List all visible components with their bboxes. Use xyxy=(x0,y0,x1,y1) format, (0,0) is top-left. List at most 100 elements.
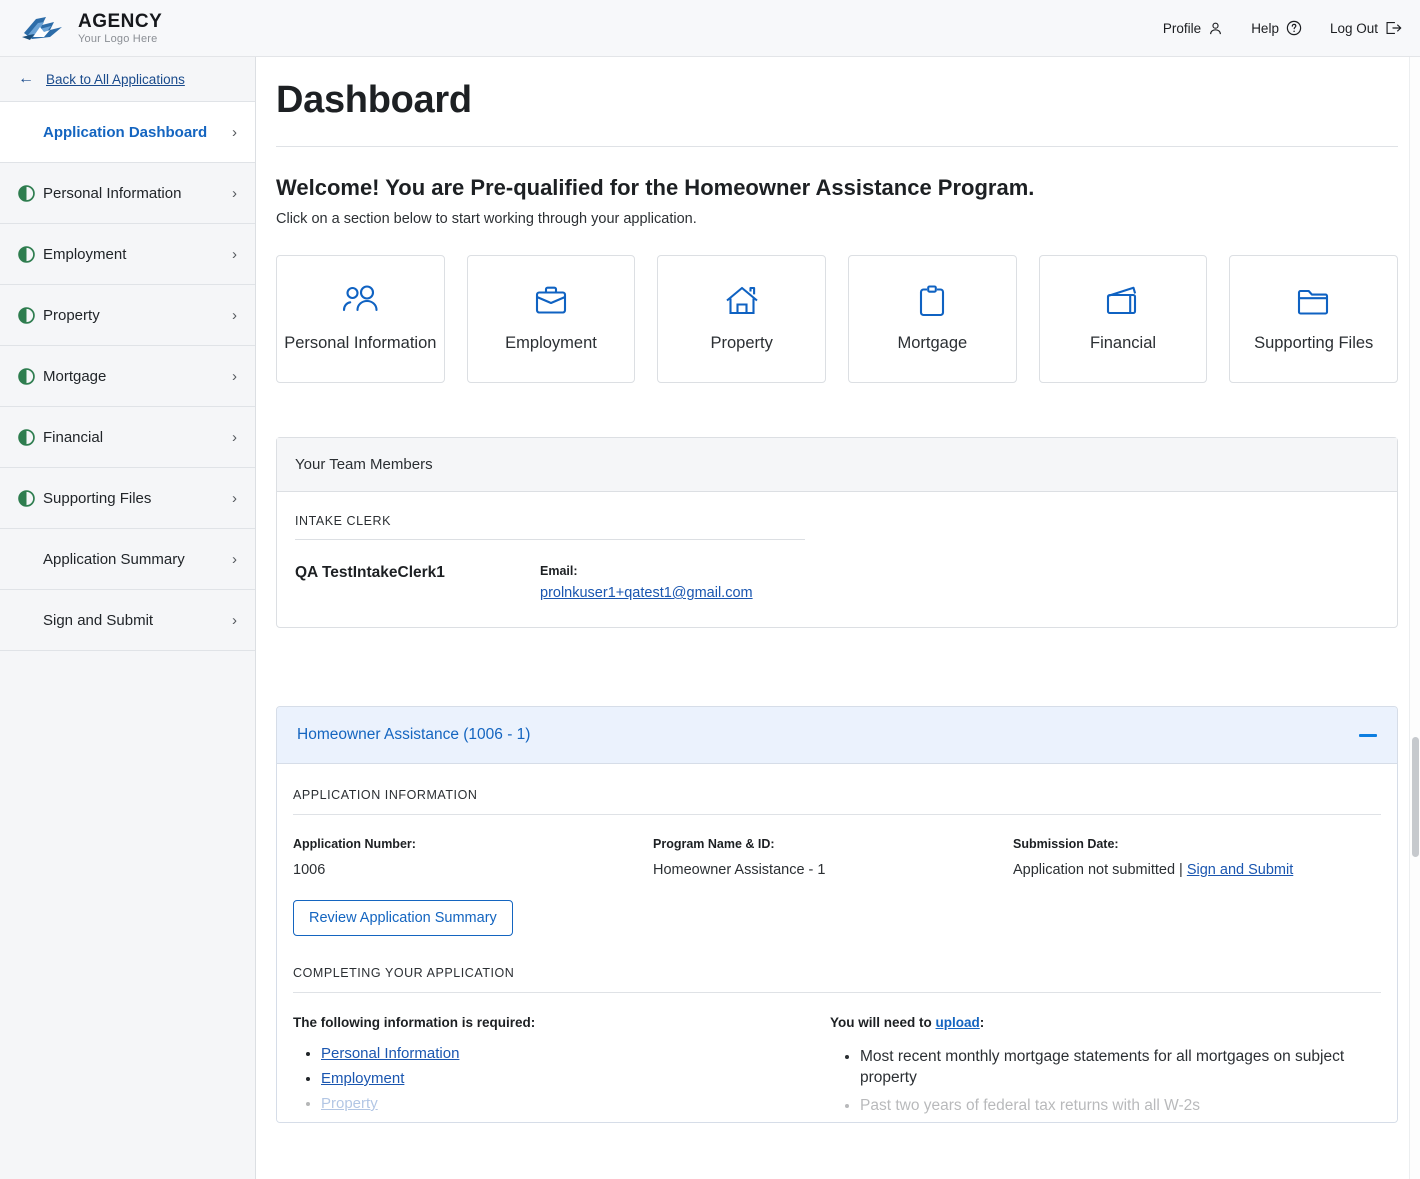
card-employment[interactable]: Employment xyxy=(467,255,636,383)
sidebar-item-application-summary[interactable]: Application Summary › xyxy=(0,529,255,590)
accordion-header[interactable]: Homeowner Assistance (1006 - 1) xyxy=(277,707,1397,764)
team-member-email-link[interactable]: prolnkuser1+qatest1@gmail.com xyxy=(540,585,753,601)
sidebar-item-application-dashboard[interactable]: Application Dashboard › xyxy=(0,102,255,163)
completing-your-application-label: COMPLETING YOUR APPLICATION xyxy=(293,966,1381,993)
team-members-panel-title: Your Team Members xyxy=(277,438,1397,492)
page-scrollbar[interactable] xyxy=(1409,57,1420,1179)
briefcase-icon xyxy=(531,284,571,323)
folder-icon xyxy=(1294,284,1334,323)
card-label: Property xyxy=(711,333,773,354)
sidebar-item-label: Application Summary xyxy=(43,551,185,568)
section-cards: Personal Information Employment xyxy=(276,255,1398,383)
list-item: Most recent monthly mortgage statements … xyxy=(860,1046,1381,1089)
card-mortgage[interactable]: Mortgage xyxy=(848,255,1017,383)
agency-logo-title: AGENCY xyxy=(78,12,162,31)
help-button[interactable]: Help xyxy=(1251,20,1302,36)
half-complete-status-icon xyxy=(18,368,35,385)
required-link[interactable]: Employment xyxy=(321,1070,404,1087)
application-information-label: APPLICATION INFORMATION xyxy=(293,788,1381,815)
completing-columns: The following information is required: P… xyxy=(293,1015,1381,1122)
list-item[interactable]: Employment xyxy=(321,1070,830,1087)
half-complete-status-icon xyxy=(18,185,35,202)
chevron-right-icon: › xyxy=(232,613,237,628)
chevron-right-icon: › xyxy=(232,491,237,506)
sidebar-item-personal-information[interactable]: Personal Information › xyxy=(0,163,255,224)
sidebar-item-financial[interactable]: Financial › xyxy=(0,407,255,468)
required-link[interactable]: Personal Information xyxy=(321,1045,459,1062)
sidebar-item-label: Application Dashboard xyxy=(43,124,207,141)
logout-icon xyxy=(1385,20,1402,36)
accordion-body: APPLICATION INFORMATION Application Numb… xyxy=(277,764,1397,1122)
sidebar-item-label: Supporting Files xyxy=(43,490,151,507)
sidebar-item-mortgage[interactable]: Mortgage › xyxy=(0,346,255,407)
required-information-column: The following information is required: P… xyxy=(293,1015,830,1122)
sidebar-item-label: Mortgage xyxy=(43,368,106,385)
wallet-icon xyxy=(1103,284,1143,323)
card-label: Supporting Files xyxy=(1254,333,1373,354)
upload-requirements-list: Most recent monthly mortgage statements … xyxy=(860,1046,1381,1116)
sidebar-item-employment[interactable]: Employment › xyxy=(0,224,255,285)
sign-and-submit-link[interactable]: Sign and Submit xyxy=(1187,862,1293,878)
upload-title-pre: You will need to xyxy=(830,1015,936,1030)
sidebar-item-label: Employment xyxy=(43,246,126,263)
scrollbar-thumb[interactable] xyxy=(1412,737,1419,857)
card-financial[interactable]: Financial xyxy=(1039,255,1208,383)
top-header-bar: AGENCY Your Logo Here Profile Help Log O… xyxy=(0,0,1420,57)
card-supporting-files[interactable]: Supporting Files xyxy=(1229,255,1398,383)
application-accordion: Homeowner Assistance (1006 - 1) APPLICAT… xyxy=(276,706,1398,1123)
chevron-right-icon: › xyxy=(232,430,237,445)
review-application-summary-button[interactable]: Review Application Summary xyxy=(293,900,513,936)
sidebar-item-property[interactable]: Property › xyxy=(0,285,255,346)
team-member-email-block: Email: prolnkuser1+qatest1@gmail.com xyxy=(540,564,753,601)
field-value: 1006 xyxy=(293,862,653,878)
team-member-name: QA TestIntakeClerk1 xyxy=(295,564,540,601)
sidebar-item-sign-and-submit[interactable]: Sign and Submit › xyxy=(0,590,255,651)
accordion-title: Homeowner Assistance (1006 - 1) xyxy=(297,726,530,744)
list-item[interactable]: Property xyxy=(321,1095,830,1112)
agency-logo[interactable]: AGENCY Your Logo Here xyxy=(20,12,162,45)
sidebar-item-supporting-files[interactable]: Supporting Files › xyxy=(0,468,255,529)
card-personal-information[interactable]: Personal Information xyxy=(276,255,445,383)
required-information-list: Personal Information Employment Property xyxy=(321,1045,830,1112)
arrow-left-icon: ← xyxy=(18,71,34,87)
house-icon xyxy=(723,284,761,323)
list-item[interactable]: Personal Information xyxy=(321,1045,830,1062)
upload-requirements-title: You will need to upload: xyxy=(830,1015,1381,1030)
team-members-panel-body: INTAKE CLERK QA TestIntakeClerk1 Email: … xyxy=(277,492,1397,627)
field-value: Homeowner Assistance - 1 xyxy=(653,862,1013,878)
sidebar-item-label: Property xyxy=(43,307,100,324)
sidebar-item-label: Personal Information xyxy=(43,185,181,202)
submission-date-field: Submission Date: Application not submitt… xyxy=(1013,837,1381,878)
required-link[interactable]: Property xyxy=(321,1095,378,1112)
question-circle-icon xyxy=(1286,20,1302,36)
card-label: Personal Information xyxy=(284,333,436,354)
main-content: Dashboard Welcome! You are Pre-qualified… xyxy=(256,57,1420,1179)
half-complete-status-icon xyxy=(18,246,35,263)
half-complete-status-icon xyxy=(18,490,35,507)
program-name-id-field: Program Name & ID: Homeowner Assistance … xyxy=(653,837,1013,878)
half-complete-status-icon xyxy=(18,429,35,446)
team-role-label: INTAKE CLERK xyxy=(295,514,805,540)
agency-logo-subtitle: Your Logo Here xyxy=(78,34,162,45)
upload-requirements-column: You will need to upload: Most recent mon… xyxy=(830,1015,1381,1122)
collapse-minus-icon[interactable] xyxy=(1359,734,1377,737)
title-divider xyxy=(276,146,1398,147)
sidebar-item-label: Financial xyxy=(43,429,103,446)
user-icon xyxy=(1208,21,1223,36)
app-body: ← Back to All Applications Application D… xyxy=(0,57,1420,1179)
clipboard-icon xyxy=(916,284,948,323)
logout-button[interactable]: Log Out xyxy=(1330,20,1402,36)
team-member-email-label: Email: xyxy=(540,564,753,578)
welcome-heading: Welcome! You are Pre-qualified for the H… xyxy=(276,175,1398,201)
field-label: Application Number: xyxy=(293,837,653,851)
back-link-label: Back to All Applications xyxy=(46,72,185,87)
chevron-right-icon: › xyxy=(232,186,237,201)
logout-label: Log Out xyxy=(1330,21,1378,36)
profile-button[interactable]: Profile xyxy=(1163,21,1223,36)
list-item: Past two years of federal tax returns wi… xyxy=(860,1095,1381,1116)
upload-link[interactable]: upload xyxy=(936,1015,980,1030)
card-property[interactable]: Property xyxy=(657,255,826,383)
back-to-all-applications-link[interactable]: ← Back to All Applications xyxy=(0,57,255,102)
application-number-field: Application Number: 1006 xyxy=(293,837,653,878)
help-label: Help xyxy=(1251,21,1279,36)
